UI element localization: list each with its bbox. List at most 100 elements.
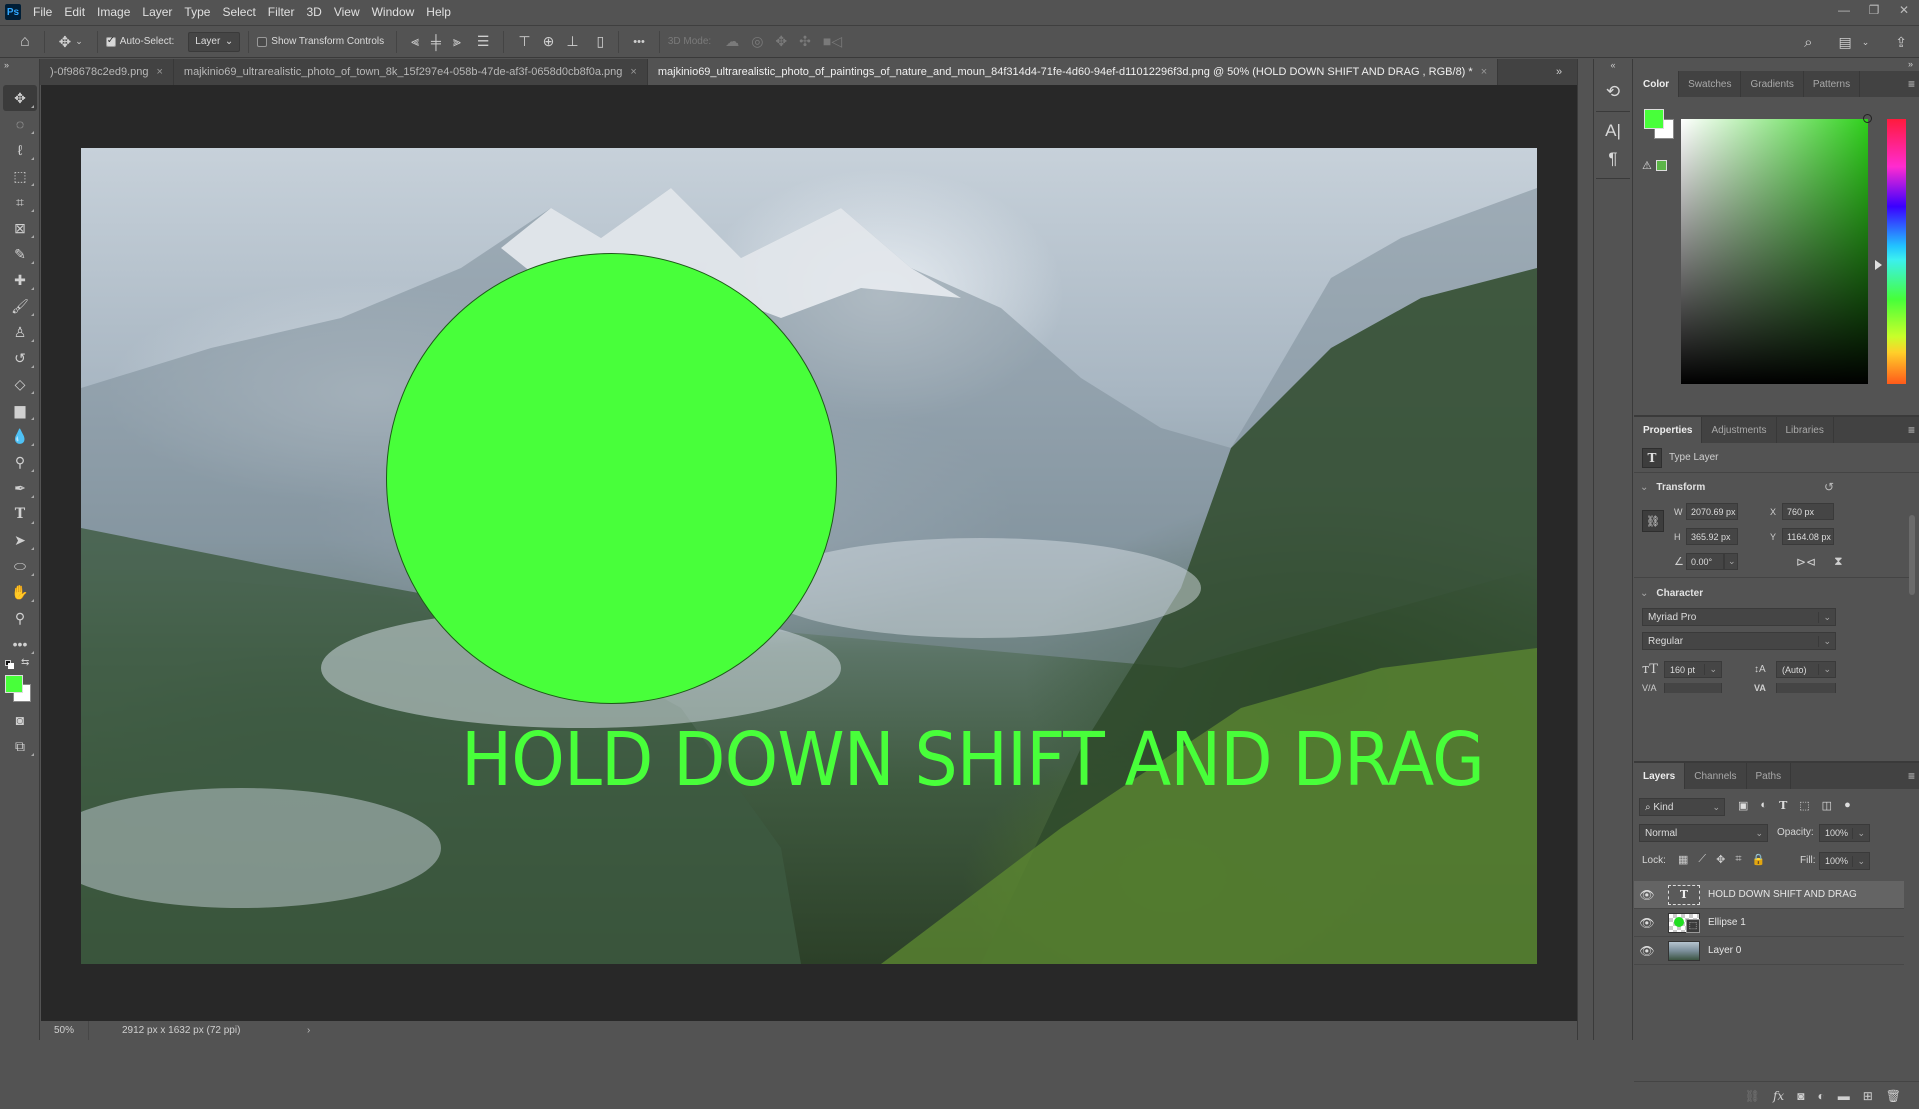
out-of-gamut-warning-icon[interactable]: ⚠	[1642, 159, 1652, 172]
eyedropper-tool[interactable]: ✎	[3, 241, 37, 267]
close-icon[interactable]: ×	[156, 66, 162, 78]
saturation-value-field[interactable]	[1681, 119, 1868, 384]
font-style-dropdown[interactable]: Regular ⌄	[1642, 632, 1836, 650]
lock-position-icon[interactable]: ✥	[1716, 853, 1725, 866]
tab-document-3[interactable]: majkinio69_ultrarealistic_photo_of_paint…	[647, 59, 1499, 85]
tab-document-2[interactable]: majkinio69_ultrarealistic_photo_of_town_…	[173, 59, 648, 85]
document-canvas-area[interactable]: HOLD DOWN SHIFT AND DRAG	[41, 85, 1577, 1021]
kerning-dropdown[interactable]	[1664, 683, 1722, 693]
tab-swatches[interactable]: Swatches	[1679, 71, 1742, 97]
fill-dropdown[interactable]: 100% ⌄	[1819, 852, 1870, 870]
blend-mode-dropdown[interactable]: Normal ⌄	[1639, 824, 1768, 842]
align-left-edges-icon[interactable]: ⫷	[411, 33, 419, 50]
menu-select[interactable]: Select	[222, 5, 255, 19]
hue-slider[interactable]	[1887, 119, 1906, 384]
restore-button[interactable]: ❐	[1859, 0, 1889, 20]
move-tool[interactable]: ✥	[3, 85, 37, 111]
properties-scrollbar[interactable]	[1909, 505, 1915, 745]
height-input[interactable]: 365.92 px	[1686, 528, 1738, 545]
collapse-dock-icon[interactable]: «	[1594, 59, 1632, 71]
type-tool[interactable]: T	[3, 501, 37, 527]
gradient-tool[interactable]: ▆	[3, 397, 37, 423]
filter-shape-icon[interactable]: ⬚	[1799, 799, 1809, 812]
reset-transform-icon[interactable]: ↺	[1824, 480, 1834, 494]
blur-tool[interactable]: 💧	[3, 423, 37, 449]
healing-brush-tool[interactable]: ✚	[3, 267, 37, 293]
distribute-vertical-icon[interactable]: ☰	[477, 33, 490, 50]
workspace-icon[interactable]: ▤	[1838, 34, 1851, 51]
filter-smart-object-icon[interactable]: ◫	[1822, 799, 1832, 812]
layer-row-text[interactable]: 👁 T HOLD DOWN SHIFT AND DRAG	[1634, 881, 1904, 909]
align-top-edges-icon[interactable]: ⊤	[518, 33, 530, 50]
lock-transparent-pixels-icon[interactable]: ▦	[1678, 853, 1688, 866]
flip-horizontal-icon[interactable]: ⊳⊲	[1796, 555, 1816, 569]
more-options-button[interactable]: •••	[633, 36, 645, 48]
tab-document-1[interactable]: )-0f98678c2ed9.png ×	[40, 59, 174, 85]
add-mask-icon[interactable]: ◙	[1797, 1089, 1804, 1103]
collapse-toolbar-icon[interactable]: »	[0, 59, 39, 71]
panel-menu-icon[interactable]: ≡	[1908, 77, 1915, 91]
default-colors-icon[interactable]	[5, 660, 14, 669]
font-family-dropdown[interactable]: Myriad Pro ⌄	[1642, 608, 1836, 626]
paragraph-panel-icon[interactable]: ¶	[1597, 146, 1629, 172]
screen-mode-button[interactable]: ⧉	[3, 733, 37, 759]
edit-toolbar[interactable]: •••	[3, 631, 37, 657]
menu-file[interactable]: File	[33, 5, 52, 19]
quick-mask-button[interactable]: ◙	[3, 707, 37, 733]
marquee-tool[interactable]: ◌	[3, 111, 37, 137]
3d-orbit-icon[interactable]: ☁	[725, 33, 739, 50]
filter-toggle-icon[interactable]: ●	[1844, 799, 1851, 812]
3d-slide-icon[interactable]: ✣	[799, 33, 811, 50]
new-layer-icon[interactable]: ⊞	[1863, 1089, 1873, 1103]
frame-tool[interactable]: ⊠	[3, 215, 37, 241]
leading-dropdown[interactable]: (Auto) ⌄	[1776, 661, 1836, 678]
zoom-level-field[interactable]: 50%	[41, 1021, 89, 1040]
layer-filter-dropdown[interactable]: ⌕ Kind ⌄	[1639, 798, 1725, 816]
menu-help[interactable]: Help	[426, 5, 451, 19]
font-size-dropdown[interactable]: 160 pt ⌄	[1664, 661, 1722, 678]
history-brush-tool[interactable]: ↺	[3, 345, 37, 371]
visibility-eye-icon[interactable]: 👁	[1634, 888, 1660, 902]
angle-input[interactable]: 0.00°	[1686, 553, 1724, 570]
color-picker-marker[interactable]	[1863, 114, 1872, 123]
character-section-header[interactable]: ⌄ Character	[1634, 583, 1703, 603]
delete-layer-trash-icon[interactable]: 🗑	[1886, 1089, 1901, 1103]
tracking-dropdown[interactable]	[1776, 683, 1836, 693]
zoom-tool[interactable]: ⚲	[3, 605, 37, 631]
new-group-folder-icon[interactable]: ▬	[1838, 1089, 1850, 1103]
crop-tool[interactable]: ⌗	[3, 189, 37, 215]
align-vertical-centers-icon[interactable]: ⊕	[543, 33, 555, 50]
expand-panels-icon[interactable]: »	[1634, 59, 1919, 71]
menu-image[interactable]: Image	[97, 5, 130, 19]
chevron-down-icon[interactable]: ⌄	[1862, 37, 1870, 48]
show-transform-controls-checkbox[interactable]: Show Transform Controls	[257, 36, 384, 47]
tab-overflow-button[interactable]: »	[1541, 59, 1577, 85]
home-icon[interactable]: ⌂	[20, 33, 30, 51]
menu-edit[interactable]: Edit	[64, 5, 85, 19]
hue-slider-handle[interactable]	[1875, 260, 1882, 270]
menu-filter[interactable]: Filter	[268, 5, 295, 19]
lock-artboard-icon[interactable]: ⌗	[1735, 853, 1741, 866]
align-bottom-edges-icon[interactable]: ⊥	[566, 33, 578, 50]
distribute-horizontal-icon[interactable]: ▯	[597, 33, 605, 50]
flip-vertical-icon[interactable]: ⧗	[1834, 554, 1842, 569]
chevron-down-icon[interactable]: ⌄	[75, 36, 83, 47]
share-icon[interactable]: ⇪	[1895, 34, 1907, 51]
tab-adjustments[interactable]: Adjustments	[1702, 417, 1777, 443]
3d-pan-icon[interactable]: ✥	[775, 33, 787, 50]
canvas-text-layer[interactable]: HOLD DOWN SHIFT AND DRAG	[461, 723, 1485, 797]
dodge-tool[interactable]: ⚲	[3, 449, 37, 475]
eraser-tool[interactable]: ◇	[3, 371, 37, 397]
websafe-color-chip[interactable]	[1656, 160, 1667, 171]
pen-tool[interactable]: ✒	[3, 475, 37, 501]
x-input[interactable]: 760 px	[1782, 503, 1834, 520]
layer-row-background-image[interactable]: 👁 Layer 0	[1634, 937, 1904, 965]
tab-libraries[interactable]: Libraries	[1777, 417, 1834, 443]
swap-colors-icon[interactable]: ⇆	[21, 657, 29, 668]
chevron-down-icon[interactable]: ⌄	[1724, 553, 1738, 570]
visibility-eye-icon[interactable]: 👁	[1634, 916, 1660, 930]
menu-3d[interactable]: 3D	[306, 5, 321, 19]
filter-type-icon[interactable]: T	[1779, 799, 1787, 812]
status-menu-arrow-icon[interactable]: ›	[307, 1025, 310, 1036]
layer-row-ellipse[interactable]: 👁 ⬚ Ellipse 1	[1634, 909, 1904, 937]
